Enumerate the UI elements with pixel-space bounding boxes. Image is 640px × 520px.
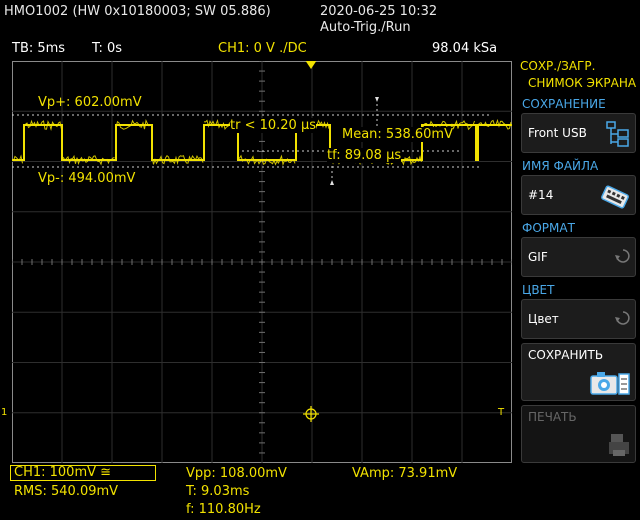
save-to-label: СОХРАНЕНИЕ [522,97,606,111]
cursor-vp-plus-label: Vp+: 602.00mV [38,95,142,110]
trigger-time[interactable]: T: 0s [92,41,122,56]
waveform-display[interactable]: Vp+: 602.00mV Vp-: 494.00mV tr < 10.20 µ… [1,61,512,463]
rotate-knob-icon [615,248,631,270]
trigger-mode: Auto-Trig./Run [320,20,411,35]
filename-value: #14 [528,188,554,202]
camera-icon [589,368,631,402]
format-label: ФОРМАТ [522,221,575,235]
color-label: ЦВЕТ [522,283,555,297]
print-button[interactable]: ПЕЧАТЬ [521,405,636,463]
rotate-knob-icon [615,310,631,332]
color-button[interactable]: Цвет [521,299,636,339]
rms-value: RMS: 540.09mV [14,484,119,499]
frequency-value: f: 110.80Hz [186,502,261,517]
filename-label: ИМЯ ФАЙЛА [522,159,599,173]
channel-setting[interactable]: CH1: 0 V ./DC [218,41,307,56]
save-location-button[interactable]: Front USB [521,113,636,153]
save-location-value: Front USB [528,126,587,140]
vamp-value: VAmp: 73.91mV [352,466,458,481]
usb-folder-icon [605,120,631,152]
save-button[interactable]: СОХРАНИТЬ [521,343,636,401]
status-header: HMO1002 (HW 0x10180003; SW 05.886) 2020-… [0,0,640,40]
format-button[interactable]: GIF [521,237,636,277]
color-value: Цвет [528,312,559,326]
ch1-scale: CH1: 100mV ≅ [14,465,112,480]
format-value: GIF [528,250,548,264]
side-menu: СОХР./ЗАГР. СНИМОК ЭКРАНА СОХРАНЕНИЕ Fro… [518,59,640,520]
trigger-level-marker[interactable]: T [498,407,504,418]
trigger-position-marker [305,61,317,69]
ch1-ground-marker[interactable]: 1 [1,407,7,418]
measurement-bar: CH1: 100mV ≅ RMS: 540.09mV Vpp: 108.00mV… [0,463,518,520]
cursor-arrow-top [375,97,379,102]
sample-rate: 98.04 kSa [432,41,498,56]
keyboard-icon [599,182,631,216]
datetime: 2020-06-25 10:32 [320,4,438,19]
ch1-scale-box[interactable]: CH1: 100mV ≅ [10,465,156,481]
info-bar: TB: 5ms T: 0s CH1: 0 V ./DC 98.04 kSa [0,40,518,59]
cursor-vp-minus-label: Vp-: 494.00mV [38,171,136,186]
rise-time-label: tr < 10.20 µs [230,118,316,133]
fall-time-label: tf: 89.08 µs [327,148,402,163]
device-info: HMO1002 (HW 0x10180003; SW 05.886) [4,4,271,19]
printer-icon [607,432,631,462]
vpp-value: Vpp: 108.00mV [186,466,287,481]
filename-button[interactable]: #14 [521,175,636,215]
period-value: T: 9.03ms [186,484,250,499]
menu-title: СОХР./ЗАГР. [520,59,596,73]
cursor-arrow-bottom [330,180,334,185]
timebase[interactable]: TB: 5ms [12,41,65,56]
menu-subtitle: СНИМОК ЭКРАНА [528,76,637,90]
print-button-label: ПЕЧАТЬ [528,410,577,424]
mean-label: Mean: 538.60mV [342,127,453,142]
save-button-label: СОХРАНИТЬ [528,348,604,362]
